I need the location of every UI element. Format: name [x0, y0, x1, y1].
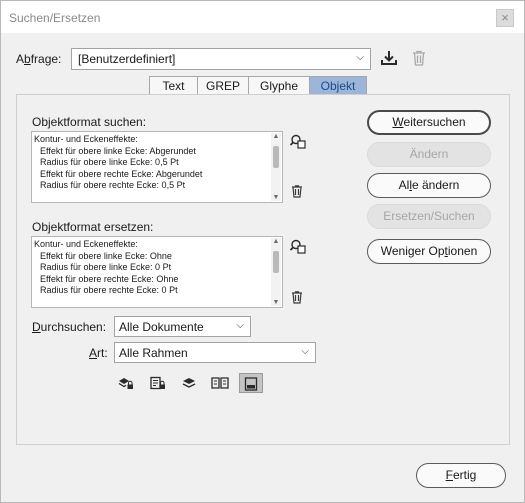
close-button[interactable]: × — [496, 9, 514, 27]
type-label: Art: — [89, 346, 108, 360]
chevron-down-icon: ⌵ — [356, 52, 364, 63]
save-query-button[interactable] — [380, 49, 400, 69]
scroll-thumb[interactable] — [273, 146, 279, 168]
trash-icon — [292, 185, 302, 198]
find-change-dialog: Suchen/Ersetzen × Abfrage: [Benutzerdefi… — [0, 0, 525, 503]
chevron-down-icon: ⌵ — [236, 320, 244, 331]
format-line: Effekt für obere rechte Ecke: Ohne — [40, 273, 179, 284]
download-save-icon — [381, 51, 397, 65]
query-dropdown[interactable]: [Benutzerdefiniert] ⌵ — [71, 48, 371, 70]
find-format-settings-button[interactable] — [289, 133, 309, 153]
type-dropdown[interactable]: Alle Rahmen ⌵ — [114, 342, 316, 363]
search-scope-value: Alle Dokumente — [119, 320, 204, 334]
chevron-down-icon: ⌵ — [301, 346, 309, 357]
master-pages-icon — [211, 377, 229, 389]
find-format-label: Objektformat suchen: — [32, 115, 147, 129]
scroll-up-icon[interactable]: ▲ — [271, 238, 281, 245]
footnotes-icon — [244, 377, 258, 391]
find-next-button[interactable]: Weitersuchen — [367, 110, 491, 135]
format-line: Radius für obere rechte Ecke: 0 Pt — [40, 285, 178, 295]
replace-format-box[interactable]: Kontur- und Eckeneffekte: Effekt für obe… — [31, 236, 283, 308]
scrollbar[interactable]: ▲ ▼ — [271, 238, 281, 306]
include-hidden-layers-toggle[interactable] — [177, 373, 201, 393]
clear-find-format-button[interactable] — [290, 184, 310, 204]
change-button[interactable]: Ändern — [367, 142, 491, 167]
fewer-options-button[interactable]: Weniger Optionen — [367, 239, 491, 264]
format-line: Kontur- und Eckeneffekte: — [34, 134, 138, 144]
trash-icon — [413, 50, 425, 66]
format-line: Effekt für obere linke Ecke: Abgerundet — [40, 145, 196, 156]
scroll-thumb[interactable] — [273, 251, 279, 273]
tab-bar: Text GREP Glyphe Objekt — [149, 76, 367, 95]
format-line: Effekt für obere rechte Ecke: Abgerundet — [40, 168, 203, 179]
query-value: [Benutzerdefiniert] — [78, 52, 176, 66]
dialog-title: Suchen/Ersetzen — [9, 11, 101, 25]
replace-format-label: Objektformat ersetzen: — [32, 220, 154, 234]
title-bar: Suchen/Ersetzen × — [1, 1, 524, 33]
search-scope-dropdown[interactable]: Alle Dokumente ⌵ — [114, 316, 251, 337]
tab-text[interactable]: Text — [149, 76, 197, 95]
replace-format-settings-button[interactable] — [289, 238, 309, 258]
tab-glyphe[interactable]: Glyphe — [248, 76, 309, 95]
scrollbar[interactable]: ▲ ▼ — [271, 133, 281, 201]
search-scope-label: Durchsuchen: — [32, 320, 107, 334]
find-format-box[interactable]: Kontur- und Eckeneffekte: Effekt für obe… — [31, 131, 283, 203]
change-find-button[interactable]: Ersetzen/Suchen — [367, 204, 491, 229]
clear-replace-format-button[interactable] — [290, 290, 310, 310]
include-master-pages-toggle[interactable] — [207, 373, 231, 393]
trash-icon — [292, 291, 302, 304]
magnify-format-icon — [289, 134, 306, 149]
scroll-down-icon[interactable]: ▼ — [271, 299, 281, 306]
tab-grep[interactable]: GREP — [197, 76, 248, 95]
locked-layers-icon — [118, 378, 133, 389]
scroll-down-icon[interactable]: ▼ — [271, 194, 281, 201]
include-locked-items-toggle[interactable] — [146, 373, 170, 393]
format-line: Radius für obere rechte Ecke: 0,5 Pt — [40, 180, 186, 190]
query-label: Abfrage: — [16, 52, 62, 66]
done-button[interactable]: Fertig — [416, 463, 506, 488]
magnify-format-icon — [289, 239, 306, 254]
hidden-layers-icon — [182, 378, 196, 388]
include-footnotes-toggle[interactable] — [239, 373, 263, 393]
tab-objekt[interactable]: Objekt — [309, 76, 367, 95]
change-all-button[interactable]: Alle ändern — [367, 173, 491, 198]
format-line: Radius für obere linke Ecke: 0,5 Pt — [40, 157, 179, 167]
type-value: Alle Rahmen — [119, 346, 188, 360]
include-locked-layers-toggle[interactable] — [114, 373, 138, 393]
format-line: Radius für obere linke Ecke: 0 Pt — [40, 262, 172, 272]
format-line: Kontur- und Eckeneffekte: — [34, 239, 138, 249]
delete-query-button[interactable] — [410, 49, 430, 69]
locked-items-icon — [150, 376, 165, 390]
format-line: Effekt für obere linke Ecke: Ohne — [40, 250, 172, 261]
scroll-up-icon[interactable]: ▲ — [271, 133, 281, 140]
